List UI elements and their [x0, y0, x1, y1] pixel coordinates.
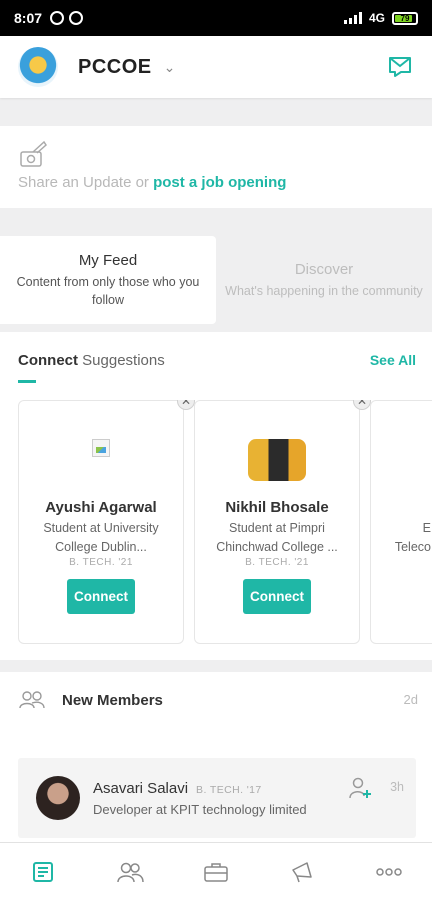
suggestion-description: Student at University College Dublin...	[43, 521, 159, 554]
connect-button[interactable]: Connect	[243, 579, 311, 614]
avatar[interactable]	[248, 439, 306, 481]
suggestion-batch: B. TECH. '21	[69, 557, 133, 568]
new-members-header[interactable]: New Members	[18, 690, 163, 710]
suggestion-card[interactable]: ✕ Ayushi Agarwal Student at University C…	[18, 400, 195, 644]
connect-suggestions: Connect Suggestions See All ✕ Ayushi Aga…	[0, 332, 432, 660]
peek-line-2: Teleco	[394, 540, 431, 554]
bottom-nav	[0, 842, 432, 900]
status-bar: 8:07 4G 79	[0, 0, 432, 36]
notification-icon	[69, 11, 84, 25]
member-role: Developer at KPIT technology limited	[93, 802, 307, 817]
tab-title: My Feed	[78, 251, 138, 269]
member-name[interactable]: Asavari Salavi	[93, 780, 188, 797]
message-icon[interactable]	[386, 53, 414, 81]
suggestion-description-peek: E Teleco	[371, 519, 431, 557]
notification-icon	[50, 11, 65, 25]
section-underline	[18, 380, 36, 383]
avatar[interactable]	[36, 776, 80, 820]
list-item[interactable]: Asavari Salavi B. TECH. '17 Developer at …	[18, 758, 416, 838]
battery-icon: 79	[392, 11, 418, 25]
avatar[interactable]	[92, 439, 110, 457]
section-title: Connect Suggestions	[18, 352, 165, 369]
connect-button[interactable]: Connect	[67, 579, 135, 614]
suggestion-card[interactable]: E Teleco	[370, 400, 432, 644]
suggestion-carousel[interactable]: ✕ Ayushi Agarwal Student at University C…	[18, 400, 432, 644]
section-title-rest: Suggestions	[78, 352, 165, 369]
feed-icon[interactable]	[23, 852, 63, 892]
close-icon[interactable]: ✕	[353, 400, 371, 410]
see-all-link[interactable]: See All	[370, 352, 416, 368]
tab-discover[interactable]: Discover What's happening in the communi…	[216, 236, 432, 324]
close-icon[interactable]: ✕	[177, 400, 195, 410]
people-icon[interactable]	[110, 852, 150, 892]
tab-subtitle: What's happening in the community	[225, 283, 423, 298]
update-composer[interactable]: Share an Update or post a job opening	[0, 126, 432, 208]
chevron-down-icon[interactable]: ⌄	[164, 59, 176, 76]
tab-subtitle: Content from only those who you follow	[16, 274, 200, 307]
suggestion-card[interactable]: ✕ Nikhil Bhosale Student at Pimpri Chinc…	[194, 400, 371, 644]
member-age: 3h	[390, 780, 404, 794]
peek-line-1: E	[422, 521, 431, 535]
suggestion-name[interactable]: Nikhil Bhosale	[195, 499, 359, 516]
feed-tabs: My Feed Content from only those who you …	[0, 236, 432, 324]
member-name-line: Asavari Salavi B. TECH. '17	[93, 780, 262, 797]
section-age: 2d	[403, 692, 418, 707]
composer-prompt-text: Share an Update or	[18, 174, 154, 191]
megaphone-icon[interactable]	[282, 852, 322, 892]
org-logo[interactable]	[18, 47, 58, 87]
network-type: 4G	[368, 11, 385, 25]
signal-icon	[343, 12, 362, 24]
suggestion-description: Student at Pimpri Chinchwad College ...	[216, 521, 338, 554]
suggestion-name[interactable]: Ayushi Agarwal	[19, 499, 183, 516]
org-name[interactable]: PCCOE	[78, 56, 152, 79]
post-job-link[interactable]: post a job opening	[153, 174, 286, 191]
section-title-bold: Connect	[18, 352, 78, 369]
composer-prompt: Share an Update or post a job opening	[18, 174, 414, 191]
app-header: PCCOE ⌄	[0, 36, 432, 98]
tab-my-feed[interactable]: My Feed Content from only those who you …	[0, 236, 216, 324]
new-members-label: New Members	[62, 691, 163, 709]
new-members-section: New Members 2d Asavari Salavi B. TECH. '1…	[0, 672, 432, 842]
photo-icon	[20, 140, 47, 167]
add-user-icon[interactable]	[348, 776, 372, 800]
suggestion-batch: B. TECH. '21	[245, 557, 309, 568]
member-batch: B. TECH. '17	[196, 784, 262, 796]
briefcase-icon[interactable]	[196, 852, 236, 892]
more-icon[interactable]	[369, 852, 409, 892]
people-icon	[19, 691, 45, 709]
tab-title: Discover	[294, 260, 354, 278]
battery-level: 79	[400, 13, 410, 23]
status-time: 8:07	[14, 10, 43, 26]
